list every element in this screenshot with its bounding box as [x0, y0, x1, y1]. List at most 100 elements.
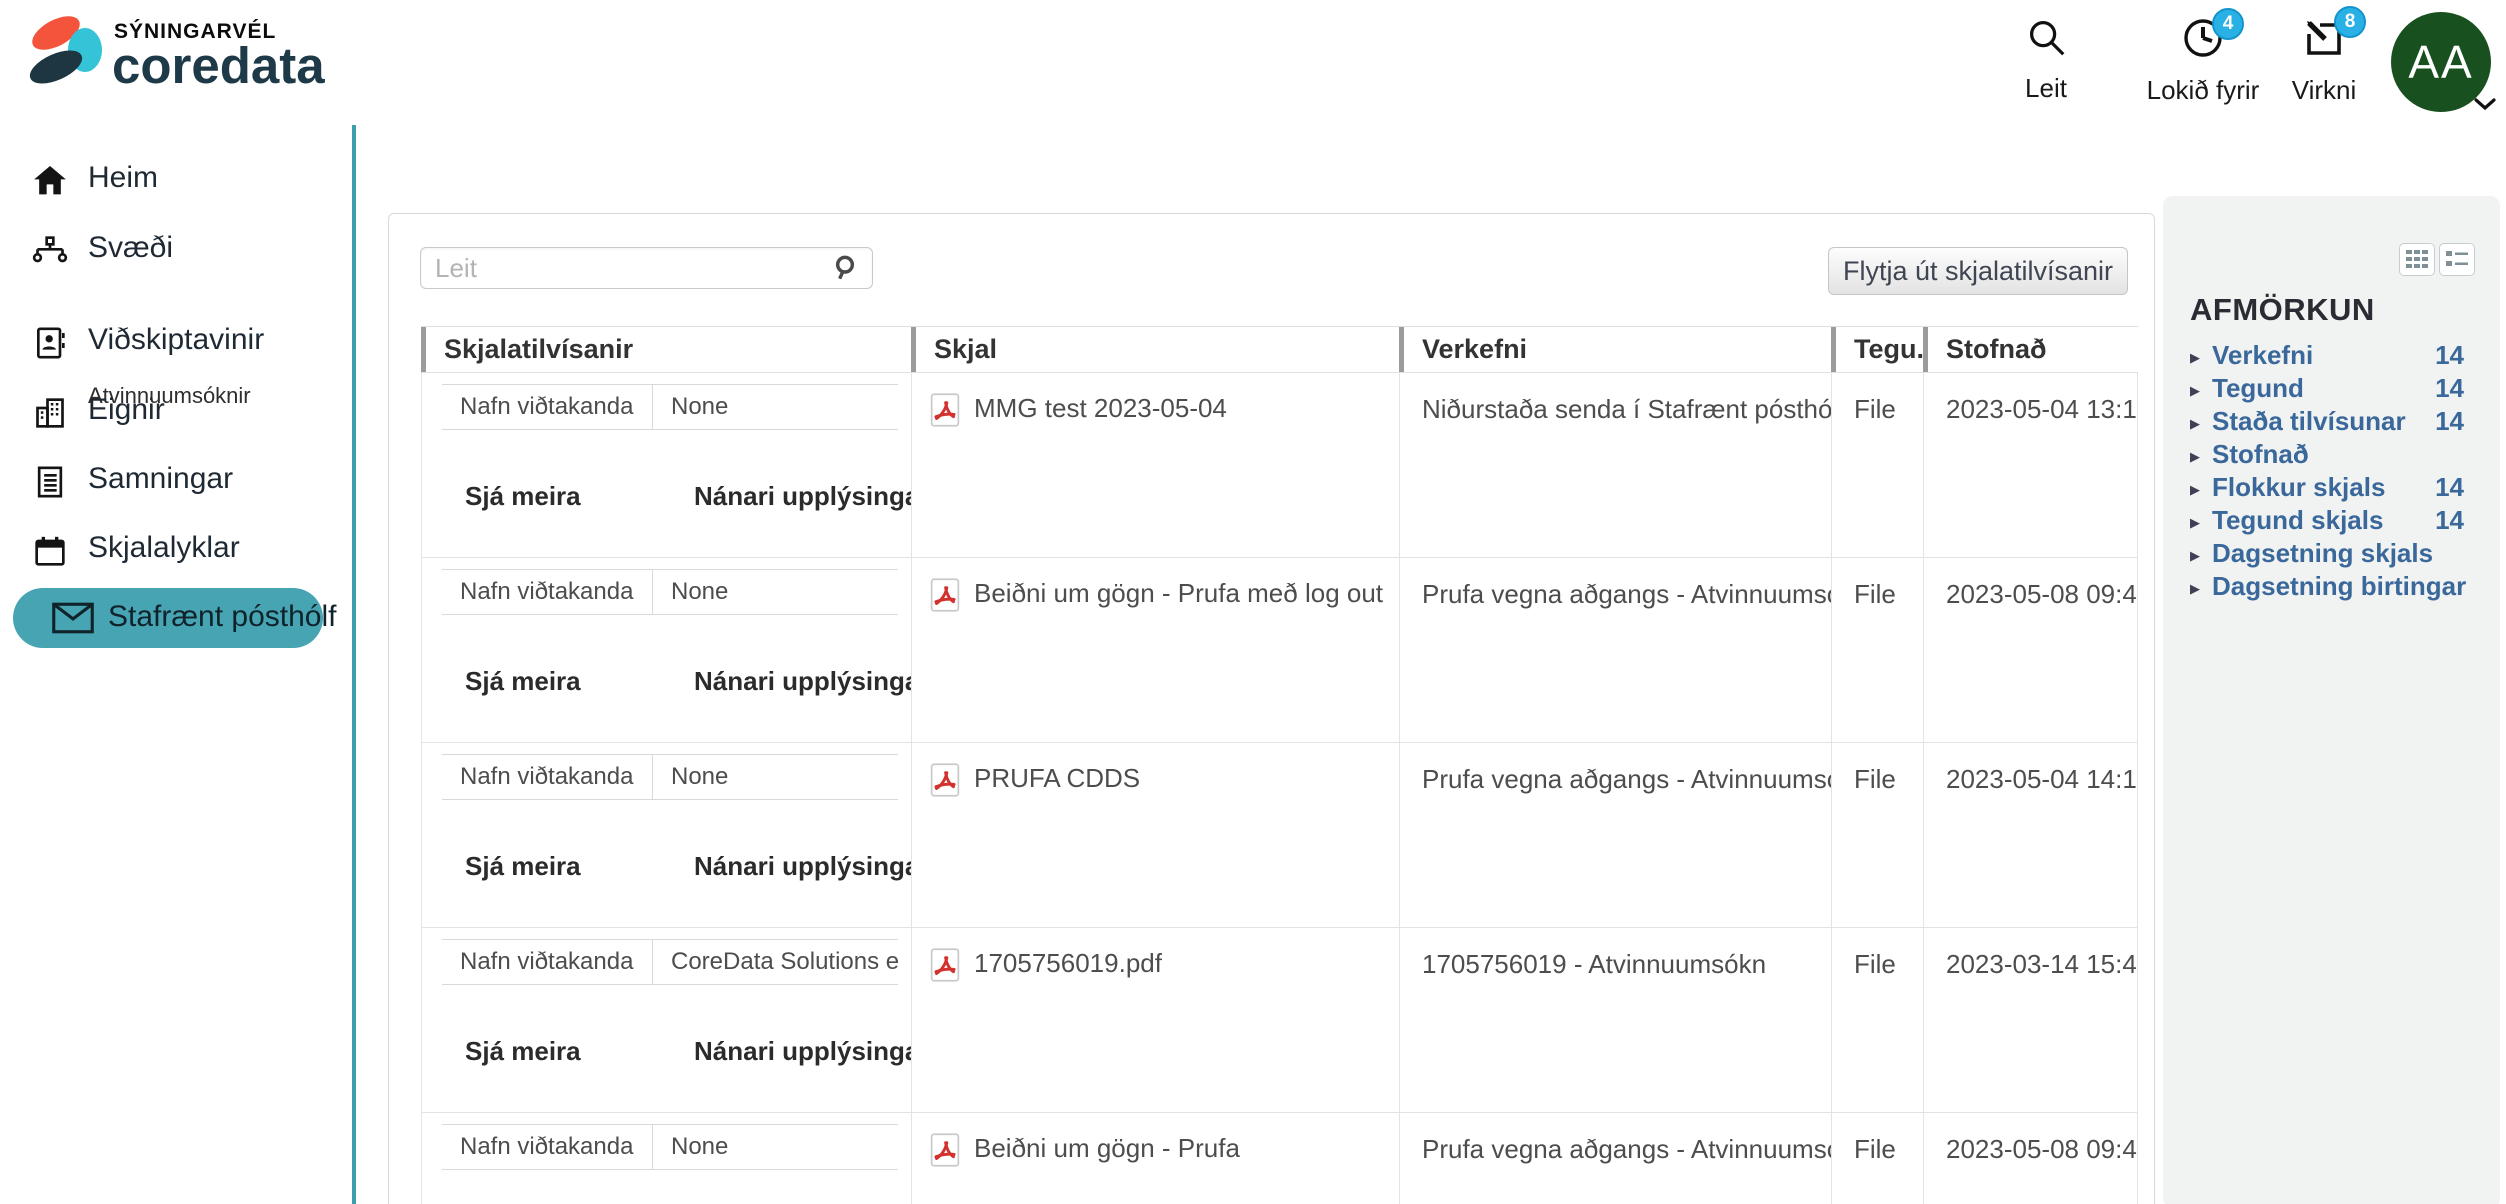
see-more-link[interactable]: Sjá meira — [465, 1036, 581, 1067]
reference-cell: Nafn viðtakanda None Sjá meira Nánari up… — [421, 373, 911, 557]
created-timestamp: 2023-05-04 14:13:... — [1946, 764, 2138, 794]
document-cell: 1705756019.pdf — [911, 928, 1399, 1112]
expand-arrow-icon[interactable]: ▶ — [2190, 440, 2200, 473]
search-input[interactable] — [420, 247, 873, 289]
see-more-link[interactable]: Sjá meira — [465, 851, 581, 882]
column-header-stofnad[interactable]: Stofnað — [1923, 327, 2138, 372]
created-cell: 2023-05-04 13:16:... — [1923, 373, 2138, 557]
document-name-link[interactable]: PRUFA CDDS — [974, 763, 1140, 794]
type-value: File — [1854, 1134, 1896, 1164]
expand-arrow-icon[interactable]: ▶ — [2190, 506, 2200, 539]
details-link[interactable]: Nánari upplýsingar — [694, 851, 911, 882]
table-row: Nafn viðtakanda None Sjá meira Nánari up… — [421, 743, 2138, 928]
created-cell: 2023-05-08 09:45:... — [1923, 558, 2138, 742]
topbar-done-action[interactable]: Lokið fyrir — [2143, 14, 2263, 106]
column-header-tegund[interactable]: Tegu... — [1831, 327, 1923, 372]
sidebar-item-skjalalyklar[interactable]: Skjalalyklar — [0, 523, 356, 579]
expand-arrow-icon[interactable]: ▶ — [2190, 341, 2200, 374]
document-name-link[interactable]: 1705756019.pdf — [974, 948, 1162, 979]
document-icon — [30, 462, 70, 502]
expand-arrow-icon[interactable]: ▶ — [2190, 407, 2200, 440]
document-name-link[interactable]: MMG test 2023-05-04 — [974, 393, 1227, 424]
expand-arrow-icon[interactable]: ▶ — [2190, 374, 2200, 407]
type-cell: File — [1831, 373, 1923, 557]
type-value: File — [1854, 764, 1896, 794]
expand-arrow-icon[interactable]: ▶ — [2190, 572, 2200, 605]
documents-table: Skjalatilvísanir Skjal Verkefni Tegu... … — [421, 326, 2138, 1204]
project-cell: Prufa vegna aðgangs - Atvinnuumsókn — [1399, 1113, 1831, 1204]
document-name-link[interactable]: Beiðni um gögn - Prufa með log out — [974, 578, 1383, 609]
reference-cell: Nafn viðtakanda None Sjá meira Nánari up… — [421, 743, 911, 927]
expand-arrow-icon[interactable]: ▶ — [2190, 539, 2200, 572]
filter-count: 14 — [2435, 372, 2464, 405]
recipient-value: None — [652, 755, 898, 799]
sidebar-item-label: Svæði — [88, 231, 173, 265]
filter-count: 14 — [2435, 405, 2464, 438]
filter-item[interactable]: ▶Dagsetning birtingar — [2163, 570, 2500, 603]
created-cell: 2023-05-04 14:13:... — [1923, 743, 2138, 927]
filter-item[interactable]: ▶Stofnað — [2163, 438, 2500, 471]
created-cell: 2023-05-08 09:43:... — [1923, 1113, 2138, 1204]
search-submit-icon[interactable] — [831, 252, 863, 284]
type-value: File — [1854, 394, 1896, 424]
details-link[interactable]: Nánari upplýsingar — [694, 481, 911, 512]
pdf-file-icon — [930, 578, 960, 612]
sidebar-item-eignir[interactable]: Eignir — [0, 385, 356, 441]
sidebar-item-svaedi[interactable]: Svæði — [0, 223, 356, 279]
filter-label: Flokkur skjals — [2212, 472, 2385, 502]
filter-item[interactable]: ▶Dagsetning skjals — [2163, 537, 2500, 570]
documents-card: Flytja út skjalatilvísanir Skjalatilvísa… — [388, 213, 2155, 1204]
chevron-down-icon[interactable] — [2472, 96, 2498, 112]
recipient-label: Nafn viðtakanda — [442, 570, 652, 614]
document-cell: MMG test 2023-05-04 — [911, 373, 1399, 557]
pdf-file-icon — [930, 763, 960, 797]
recipient-label: Nafn viðtakanda — [442, 1125, 652, 1169]
top-bar: SÝNINGARVÉL coredata Leit Lokið fyrir 4 — [0, 0, 2506, 125]
created-timestamp: 2023-03-14 15:49:... — [1946, 949, 2138, 979]
column-header-skjal[interactable]: Skjal — [911, 327, 1399, 372]
type-value: File — [1854, 579, 1896, 609]
application-window: SÝNINGARVÉL coredata Leit Lokið fyrir 4 — [0, 0, 2506, 1204]
envelope-icon — [51, 601, 95, 635]
filter-list: ▶Verkefni 14 ▶ Tegund 14 ▶Staða tilvísuna… — [2163, 339, 2500, 603]
recipient-value: None — [652, 1125, 898, 1169]
expand-arrow-icon[interactable]: ▶ — [2190, 473, 2200, 506]
filter-panel: AFMÖRKUN ▶Verkefni 14 ▶ Tegund 14 ▶Staða … — [2163, 196, 2500, 1204]
export-references-button[interactable]: Flytja út skjalatilvísanir — [1828, 247, 2128, 295]
filter-count: 14 — [2435, 504, 2464, 537]
table-view-toggle[interactable] — [2399, 243, 2435, 276]
sidebar-item-samningar[interactable]: Samningar — [0, 454, 356, 510]
topbar-activity-action[interactable]: Virkni — [2264, 14, 2384, 106]
topbar-search-action[interactable]: Leit — [1986, 14, 2106, 104]
details-link[interactable]: Nánari upplýsingar — [694, 666, 911, 697]
done-count-badge: 4 — [2212, 8, 2244, 40]
sidebar-item-stafraent-posthol-active[interactable]: Stafrænt pósthólf — [13, 588, 323, 648]
table-header-row: Skjalatilvísanir Skjal Verkefni Tegu... … — [421, 326, 2138, 373]
document-name-link[interactable]: Beiðni um gögn - Prufa — [974, 1133, 1240, 1164]
filter-item[interactable]: ▶Verkefni 14 — [2163, 339, 2500, 372]
see-more-link[interactable]: Sjá meira — [465, 666, 581, 697]
activity-count-badge: 8 — [2334, 6, 2366, 38]
filter-label: Tegund skjals — [2212, 505, 2383, 535]
recipient-mini-table: Nafn viðtakanda None — [442, 1124, 898, 1170]
filter-panel-title: AFMÖRKUN — [2190, 292, 2375, 328]
filter-label: Tegund — [2212, 373, 2304, 403]
filter-item[interactable]: ▶ Tegund 14 — [2163, 372, 2500, 405]
details-link[interactable]: Nánari upplýsingar — [694, 1036, 911, 1067]
list-view-toggle[interactable] — [2439, 243, 2475, 276]
recipient-value: CoreData Solutions ehf. — [652, 940, 898, 984]
filter-item[interactable]: ▶Staða tilvísunar 14 — [2163, 405, 2500, 438]
filter-item[interactable]: ▶Flokkur skjals 14 — [2163, 471, 2500, 504]
sidebar-item-heim[interactable]: Heim — [0, 153, 356, 209]
column-header-skjalatilvisanir[interactable]: Skjalatilvísanir — [421, 327, 911, 372]
logo-mark-navy — [25, 44, 87, 91]
created-timestamp: 2023-05-08 09:43:... — [1946, 1134, 2138, 1164]
coredata-logo[interactable]: SÝNINGARVÉL coredata — [28, 10, 358, 110]
see-more-link[interactable]: Sjá meira — [465, 481, 581, 512]
recipient-mini-table: Nafn viðtakanda None — [442, 754, 898, 800]
sidebar-item-vidskiptavinir[interactable]: Viðskiptavinir — [0, 315, 356, 371]
filter-item[interactable]: ▶ Tegund skjals 14 — [2163, 504, 2500, 537]
column-header-verkefni[interactable]: Verkefni — [1399, 327, 1831, 372]
created-timestamp: 2023-05-04 13:16:... — [1946, 394, 2138, 424]
type-cell: File — [1831, 743, 1923, 927]
